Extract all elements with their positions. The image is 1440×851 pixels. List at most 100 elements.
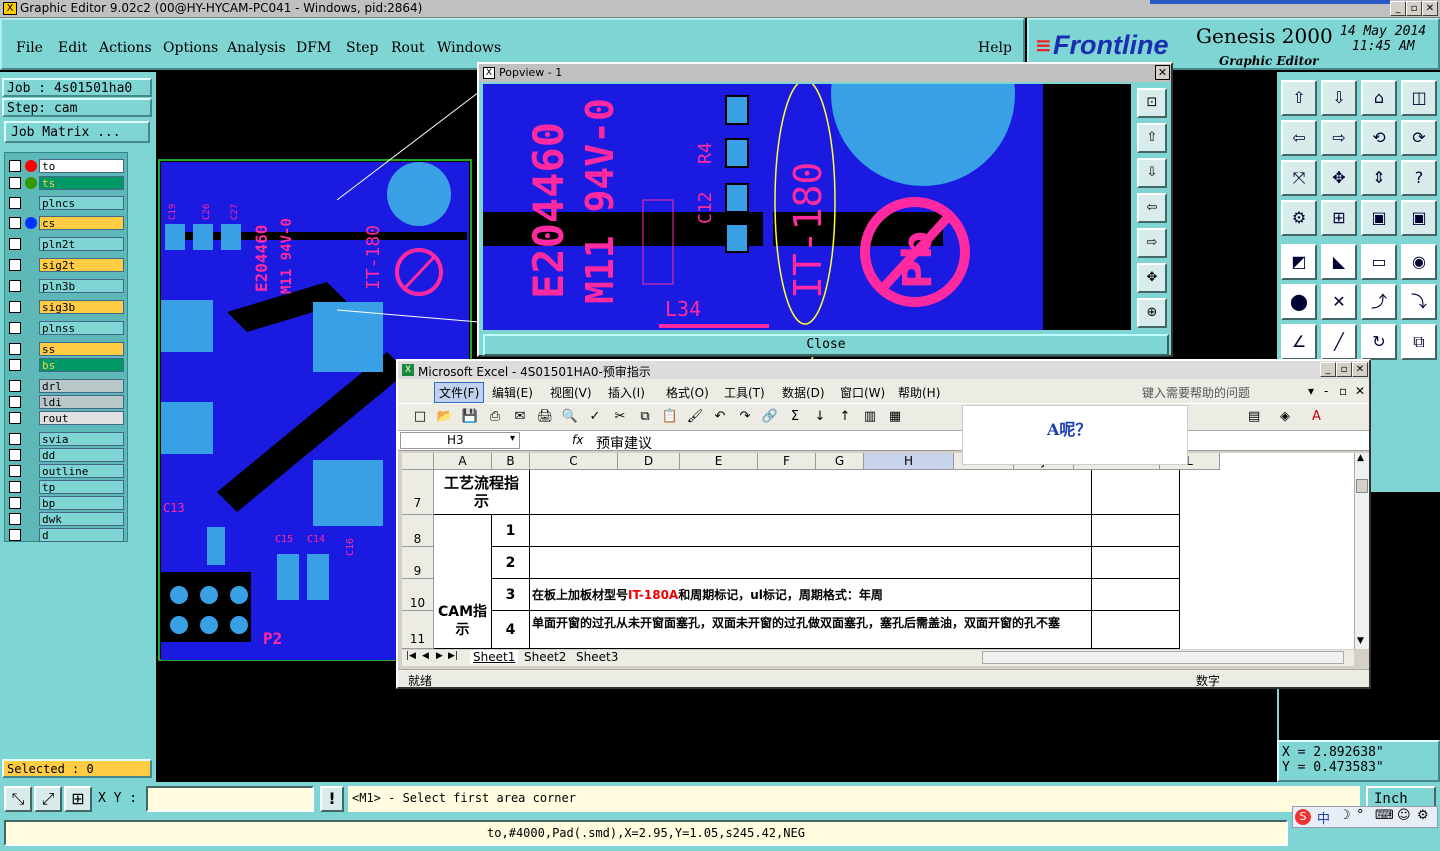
tool-move-up-icon[interactable]: ⇧: [1281, 80, 1317, 116]
layer-row-d[interactable]: d: [6, 527, 124, 542]
layer-checkbox[interactable]: [9, 258, 21, 271]
close-button[interactable]: ✕: [1422, 1, 1438, 16]
cell-cam-header[interactable]: CAM指示: [434, 515, 492, 649]
maximize-button[interactable]: ▫: [1406, 1, 1422, 16]
excel-minimize-button[interactable]: _: [1320, 362, 1336, 377]
menu-step[interactable]: Step: [346, 40, 378, 56]
layer-checkbox[interactable]: [9, 512, 21, 525]
layer-name[interactable]: sig3b: [39, 299, 124, 314]
sheet-tab-1[interactable]: Sheet1: [470, 650, 519, 664]
sheet-next-icon[interactable]: ▶: [436, 651, 443, 661]
row-header[interactable]: 8: [402, 515, 434, 547]
scroll-up-icon[interactable]: ▲: [1357, 453, 1364, 463]
ime-toolbar[interactable]: S 中 ☽ ° ⌨ ☺ ⚙: [1292, 806, 1438, 828]
xy-input[interactable]: [146, 786, 314, 812]
layer-checkbox[interactable]: [9, 464, 21, 477]
sheet-prev-icon[interactable]: ◀: [422, 651, 429, 661]
column-header-A[interactable]: A: [434, 453, 492, 470]
row-header[interactable]: 9: [402, 547, 434, 579]
layer-name[interactable]: pln3b: [39, 278, 124, 293]
tool-help-icon[interactable]: ?: [1401, 160, 1437, 196]
tool-fit-icon[interactable]: ⤧: [1281, 160, 1317, 196]
excel-toolbar-icon-13[interactable]: ↷: [735, 409, 755, 424]
cell-item-number[interactable]: 2: [492, 547, 530, 579]
layer-checkbox[interactable]: [9, 196, 21, 209]
layer-row-plncs[interactable]: plncs: [6, 195, 124, 210]
zoom-area-icon[interactable]: ⤡: [4, 786, 32, 812]
tool-center-icon[interactable]: ✥: [1321, 160, 1357, 196]
layer-row-to[interactable]: to: [6, 158, 124, 173]
layer-checkbox[interactable]: [9, 480, 21, 493]
layer-name[interactable]: ss: [39, 341, 124, 356]
sheet-first-icon[interactable]: |◀: [406, 651, 416, 661]
cell-process-value[interactable]: [530, 470, 1092, 515]
tool-copy-icon[interactable]: ⧉: [1401, 324, 1437, 360]
layer-name[interactable]: ldi: [39, 394, 124, 409]
popview-tool-icon-5[interactable]: ✥: [1137, 263, 1167, 293]
layer-row-cs[interactable]: cs: [6, 215, 124, 230]
tool-pad-icon[interactable]: ◩: [1281, 244, 1317, 280]
cell-item-number[interactable]: 4: [492, 611, 530, 649]
layer-name[interactable]: plncs: [39, 195, 124, 210]
cell-remark[interactable]: [1092, 547, 1180, 579]
excel-toolbar-icon-17[interactable]: ↑: [835, 409, 855, 424]
layer-name[interactable]: bp: [39, 495, 124, 510]
layer-row-ss[interactable]: ss: [6, 341, 124, 356]
menu-options[interactable]: Options: [163, 40, 218, 56]
layer-row-dwk[interactable]: dwk: [6, 511, 124, 526]
layer-row-pln3b[interactable]: pln3b: [6, 278, 124, 293]
popview-tool-icon-4[interactable]: ⇨: [1137, 228, 1167, 258]
layer-checkbox[interactable]: [9, 321, 21, 334]
excel-toolbar-icon-8[interactable]: ✂: [610, 409, 630, 424]
worksheet-grid[interactable]: ABCDEFGHIJKL 7工艺流程指示8192103在板上加板材型号IT-18…: [402, 453, 1354, 649]
ime-moon-icon[interactable]: ☽: [1339, 808, 1351, 823]
layer-checkbox[interactable]: [9, 496, 21, 509]
excel-menu-view[interactable]: 视图(V): [550, 384, 592, 401]
layer-checkbox[interactable]: [9, 237, 21, 250]
excel-toolbar-icon-14[interactable]: 🔗: [760, 409, 780, 424]
ime-logo-icon[interactable]: S: [1295, 809, 1311, 825]
popview-close-button[interactable]: Close: [483, 334, 1169, 356]
excel-toolbar-icon-9[interactable]: ⧉: [635, 409, 655, 424]
tool-node-icon[interactable]: ⬤: [1281, 284, 1317, 320]
excel-toolbar-icon-5[interactable]: 🖨: [535, 409, 555, 424]
layer-checkbox[interactable]: [9, 379, 21, 392]
scroll-down-icon[interactable]: ▼: [1357, 636, 1364, 646]
tool-pan-right-icon[interactable]: ⇨: [1321, 120, 1357, 156]
excel-toolbar-icon-15[interactable]: Σ: [785, 409, 805, 424]
layer-row-sig2t[interactable]: sig2t: [6, 257, 124, 272]
layer-name[interactable]: to: [39, 158, 124, 173]
excel-menu-tools[interactable]: 工具(T): [724, 384, 765, 401]
excel-format-icon-0[interactable]: ▤: [1248, 409, 1260, 424]
menu-dfm[interactable]: DFM: [296, 40, 331, 56]
layer-name[interactable]: drl: [39, 378, 124, 393]
excel-menu-file[interactable]: 文件(F): [434, 382, 485, 403]
excel-toolbar-icon-0[interactable]: □: [410, 409, 430, 424]
layer-checkbox[interactable]: [9, 216, 21, 229]
excel-close-button[interactable]: ✕: [1352, 362, 1368, 377]
layer-color-icon[interactable]: [25, 176, 37, 189]
column-header-G[interactable]: G: [816, 453, 864, 470]
excel-toolbar-icon-11[interactable]: 🖌: [685, 409, 705, 424]
layer-row-sig3b[interactable]: sig3b: [6, 299, 124, 314]
tool-layer-b-icon[interactable]: ▣: [1401, 200, 1437, 236]
sheet-tab-2[interactable]: Sheet2: [524, 650, 566, 664]
excel-doc-close-icon[interactable]: ✕: [1355, 384, 1365, 398]
cell-remark[interactable]: [1092, 579, 1180, 611]
help-dropdown-icon[interactable]: ▾: [1308, 384, 1314, 398]
excel-format-icon-1[interactable]: ◈: [1280, 409, 1290, 424]
column-header-C[interactable]: C: [530, 453, 618, 470]
tool-scale-icon[interactable]: ⇕: [1361, 160, 1397, 196]
cell-instruction[interactable]: [530, 515, 1092, 547]
vertical-scrollbar[interactable]: ▲ ▼: [1354, 453, 1369, 649]
cell-instruction[interactable]: 在板上加板材型号IT-180A和周期标记，ul标记，周期格式：年周: [530, 579, 1092, 611]
popview-tool-icon-3[interactable]: ⇦: [1137, 193, 1167, 223]
cell-instruction[interactable]: [530, 547, 1092, 579]
cell-remark[interactable]: [1092, 515, 1180, 547]
layer-name[interactable]: pln2t: [39, 236, 124, 251]
layer-checkbox[interactable]: [9, 342, 21, 355]
layer-checkbox[interactable]: [9, 411, 21, 424]
column-header-F[interactable]: F: [758, 453, 816, 470]
tool-arc-up-icon[interactable]: ⤴: [1361, 284, 1397, 320]
layer-row-pln2t[interactable]: pln2t: [6, 236, 124, 251]
